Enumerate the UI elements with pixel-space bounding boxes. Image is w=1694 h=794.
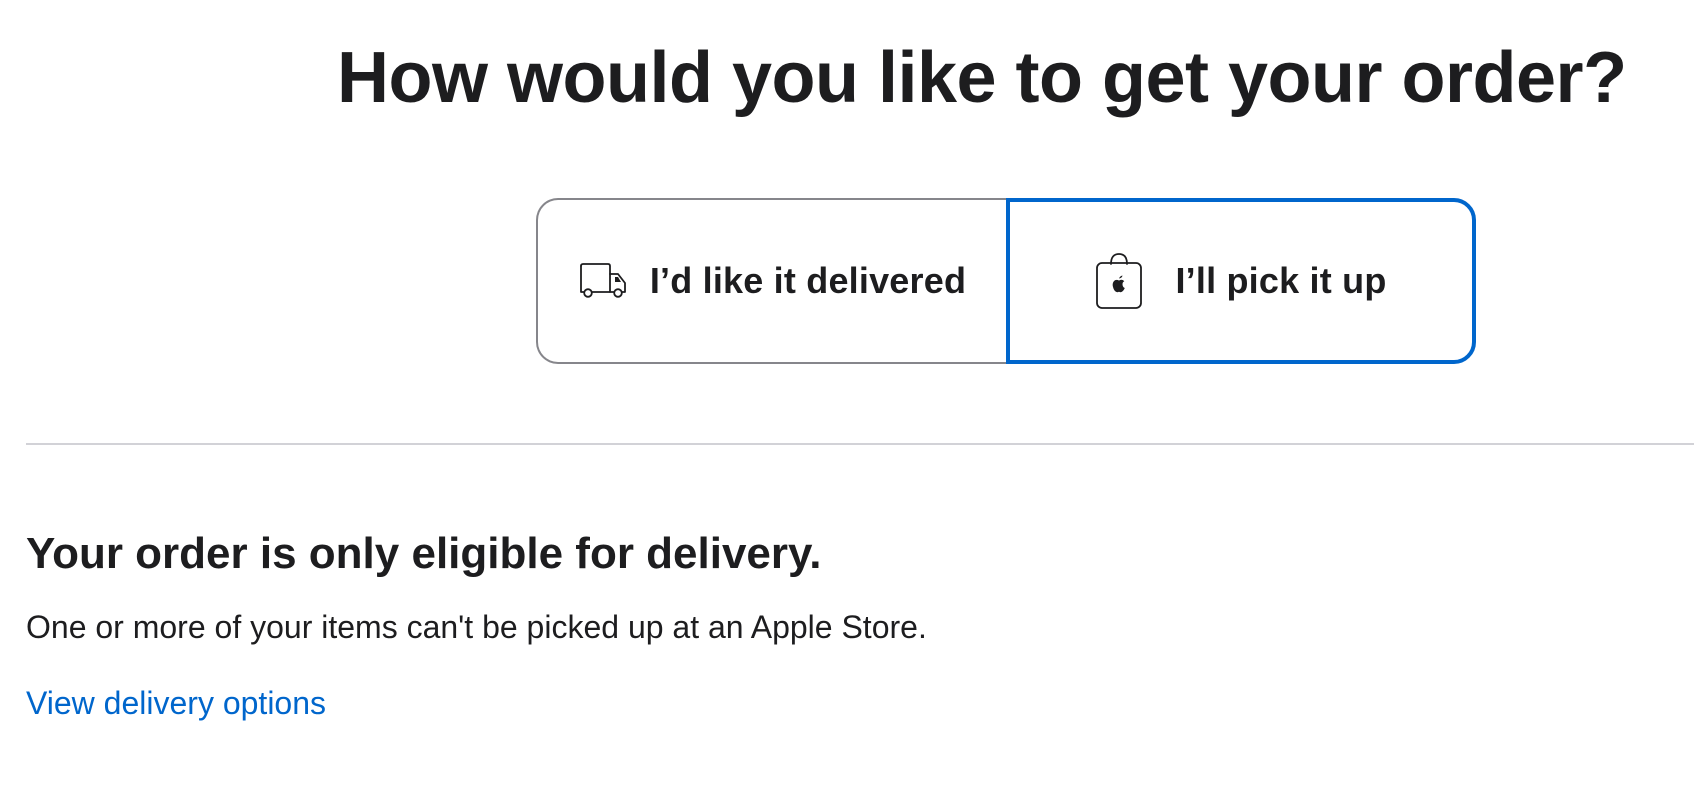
apple-bag-icon: [1095, 252, 1143, 310]
pickup-option-label: I’ll pick it up: [1175, 260, 1387, 301]
pickup-option-button[interactable]: I’ll pick it up: [1006, 198, 1476, 364]
delivery-option-label: I’d like it delivered: [649, 260, 967, 301]
delivery-option-button[interactable]: I’d like it delivered: [536, 198, 1006, 364]
section-divider: [26, 443, 1694, 445]
eligibility-notice-body: One or more of your items can't be picke…: [26, 609, 927, 645]
truck-icon: [578, 262, 628, 300]
page-title: How would you like to get your order?: [337, 38, 1627, 118]
eligibility-notice-title: Your order is only eligible for delivery…: [26, 529, 822, 578]
view-delivery-options-link[interactable]: View delivery options: [26, 681, 326, 725]
fulfillment-options: I’d like it delivered I’ll pick it up: [536, 198, 1476, 364]
